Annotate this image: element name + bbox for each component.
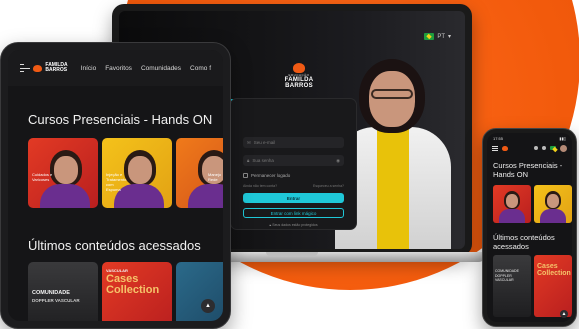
- remember-me-checkbox[interactable]: Permanecer logado: [243, 173, 344, 178]
- menu-icon[interactable]: [492, 145, 498, 151]
- bell-icon[interactable]: [542, 146, 546, 150]
- chevron-down-icon: ▾: [447, 34, 451, 40]
- eye-icon[interactable]: ◉: [336, 158, 340, 164]
- mail-icon: ✉: [247, 139, 251, 145]
- login-links: Ainda não tem conta? Esqueceu a senha?: [243, 184, 344, 188]
- language-selector[interactable]: PT ▾: [424, 33, 451, 40]
- password-field[interactable]: 🔒︎ Sua senha ◉: [243, 155, 344, 166]
- tablet-device: FAMILDA BARROS Início Favoritos Comunida…: [0, 42, 231, 329]
- nav-link-favorites[interactable]: Favoritos: [105, 65, 132, 72]
- nav-link-how-it-works[interactable]: Como f: [190, 65, 211, 72]
- phone-section-title: Cursos Presenciais - Hands ON: [493, 161, 563, 179]
- avatar[interactable]: [560, 144, 567, 152]
- brand-logo: EDUCAÇÃO FAMILDA BARROS: [279, 63, 319, 89]
- brand-logo[interactable]: FAMILDA BARROS: [33, 62, 68, 74]
- privacy-note: 🔒︎ Seus dados estão protegidos: [269, 223, 318, 227]
- menu-icon[interactable]: [20, 64, 32, 72]
- checkbox-icon: [243, 173, 248, 178]
- course-card[interactable]: Cuidados e Varicoses: [28, 138, 98, 208]
- magic-link-button[interactable]: Entrar com link mágico: [243, 208, 344, 218]
- email-field[interactable]: ✉ Seu e-mail: [243, 137, 344, 148]
- signup-link[interactable]: Ainda não tem conta?: [243, 184, 277, 188]
- content-card-doppler[interactable]: COMUNIDADE DOPPLER VASCULAR: [493, 255, 531, 317]
- phone-recent-cards: COMUNIDADE DOPPLER VASCULAR Cases Collec…: [493, 255, 572, 317]
- course-card[interactable]: Injeção e Tratamento com Espuma: [102, 138, 172, 208]
- search-icon[interactable]: [534, 146, 538, 150]
- phone-screen: 17:55 ▮▮▯ Cursos Presenciais - Hands ON: [487, 133, 572, 322]
- status-time: 17:55: [493, 136, 504, 141]
- brazil-flag-icon[interactable]: [550, 146, 556, 150]
- content-card-doppler[interactable]: COMUNIDADE DOPPLER VASCULAR: [28, 262, 98, 321]
- brand-mark-icon: [293, 63, 305, 73]
- recent-cards: COMUNIDADE DOPPLER VASCULAR VASCULAR Cas…: [28, 262, 223, 321]
- section-title-recent: Últimos conteúdos acessados: [28, 238, 201, 253]
- content-card-cases[interactable]: VASCULAR Cases Collection: [102, 262, 172, 321]
- phone-device: 17:55 ▮▮▯ Cursos Presenciais - Hands ON: [482, 128, 577, 327]
- scroll-up-icon[interactable]: ▲: [201, 299, 215, 313]
- top-navigation: FAMILDA BARROS Início Favoritos Comunida…: [8, 50, 223, 86]
- battery-icon: ▮▮▯: [559, 136, 566, 141]
- course-card[interactable]: [534, 185, 572, 223]
- language-label: PT: [437, 33, 445, 40]
- lock-icon: 🔒︎: [247, 158, 250, 163]
- content-card[interactable]: [176, 262, 223, 321]
- hands-on-cards: Cuidados e Varicoses Injeção e Tratament…: [28, 138, 223, 208]
- course-card[interactable]: Manejo Rede: [176, 138, 223, 208]
- forgot-password-link[interactable]: Esqueceu a senha?: [313, 184, 344, 188]
- enter-button[interactable]: Entrar: [243, 193, 344, 203]
- brand-mark-icon[interactable]: [502, 145, 508, 151]
- nav-link-home[interactable]: Início: [81, 65, 97, 72]
- lock-icon: 🔒︎: [269, 223, 272, 227]
- nav-link-communities[interactable]: Comunidades: [141, 65, 181, 72]
- section-title-hands-on: Cursos Presenciais - Hands ON: [28, 112, 213, 127]
- phone-course-cards: [493, 185, 572, 223]
- status-bar: 17:55 ▮▮▯: [487, 133, 572, 141]
- course-card[interactable]: [493, 185, 531, 223]
- phone-section-title-recent: Últimos conteúdos acessados: [493, 233, 555, 251]
- content-card-cases[interactable]: Cases Collection: [534, 255, 572, 317]
- scroll-up-icon[interactable]: ▲: [560, 310, 568, 318]
- brazil-flag-icon: [424, 33, 435, 40]
- brand-mark-icon: [33, 64, 43, 72]
- tablet-screen: FAMILDA BARROS Início Favoritos Comunida…: [8, 50, 223, 321]
- login-card: ✉ Seu e-mail 🔒︎ Sua senha ◉ Permanecer l…: [231, 99, 356, 229]
- phone-top-navigation: [487, 141, 572, 155]
